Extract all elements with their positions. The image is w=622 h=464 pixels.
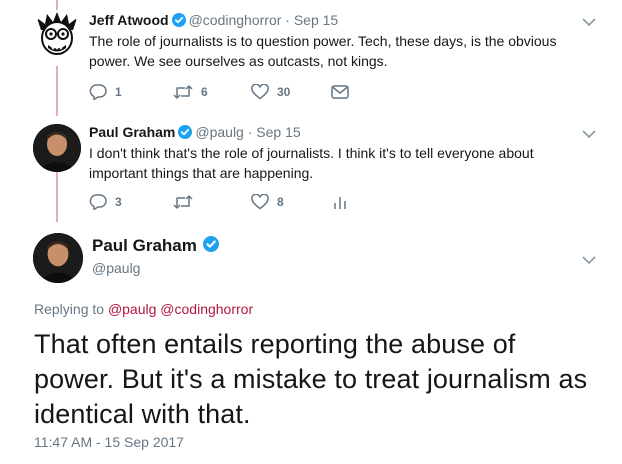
tweet-date[interactable]: · Sep 15	[248, 124, 301, 140]
author-name-text[interactable]: Paul Graham	[92, 236, 197, 255]
mention-link[interactable]: @codinghorror	[160, 301, 253, 317]
tweet-actions: 1 6 30	[89, 84, 389, 104]
tweet-actions: 3 8	[89, 194, 389, 214]
retweet-icon	[173, 195, 193, 209]
tweet-text: That often entails reporting the abuse o…	[34, 329, 588, 429]
reply-button[interactable]: 3	[89, 194, 122, 210]
like-button[interactable]: 8	[251, 194, 284, 210]
envelope-icon	[331, 85, 349, 99]
tweet-jeff-atwood[interactable]: Jeff Atwood @codinghorror · Sep 15 The ro…	[0, 0, 622, 118]
author-handle[interactable]: @paulg	[195, 124, 243, 140]
retweet-count: 6	[201, 85, 208, 99]
reply-button[interactable]: 1	[89, 84, 122, 100]
direct-message-button[interactable]	[331, 85, 357, 99]
verified-badge-icon	[202, 236, 219, 258]
heart-icon	[251, 194, 269, 210]
tweet-paul-graham-reply[interactable]: Paul Graham @paulg · Sep 15 I don't think…	[0, 116, 622, 226]
analytics-icon	[334, 197, 346, 209]
tweet-header: Jeff Atwood @codinghorror · Sep 15	[89, 11, 338, 31]
like-count: 30	[277, 85, 291, 99]
avatar-paul-graham[interactable]	[33, 233, 83, 283]
replying-label: Replying to	[34, 301, 105, 317]
author-name: Paul Graham	[92, 235, 222, 258]
like-count: 8	[277, 195, 284, 209]
verified-badge-icon	[171, 13, 186, 31]
reply-icon	[89, 84, 107, 100]
tweet-date[interactable]: · Sep 15	[285, 12, 338, 28]
avatar-jeff-atwood[interactable]	[33, 10, 81, 58]
verified-badge-icon	[178, 125, 193, 143]
chevron-down-icon[interactable]	[582, 126, 596, 144]
chevron-down-icon[interactable]	[582, 252, 596, 270]
tweet-main: Paul Graham @paulg Replying to @paulg @c…	[0, 226, 622, 464]
retweet-button[interactable]: 6	[173, 84, 208, 100]
author-name[interactable]: Jeff Atwood	[89, 12, 169, 28]
analytics-button[interactable]	[333, 194, 355, 210]
mention-link[interactable]: @paulg	[108, 301, 156, 317]
replying-to: Replying to @paulg @codinghorror	[34, 301, 253, 317]
tweet-text: The role of journalists is to question p…	[89, 33, 557, 69]
tweet-header: Paul Graham @paulg · Sep 15	[89, 123, 301, 143]
avatar-paul-graham[interactable]	[33, 124, 81, 172]
tweet-timestamp[interactable]: 11:47 AM - 15 Sep 2017	[34, 434, 184, 450]
author-name[interactable]: Paul Graham	[89, 124, 175, 140]
retweet-icon	[173, 85, 193, 99]
like-button[interactable]: 30	[251, 84, 290, 100]
reply-count: 3	[115, 195, 122, 209]
reply-count: 1	[115, 85, 122, 99]
author-handle[interactable]: @codinghorror	[189, 12, 282, 28]
reply-icon	[89, 194, 107, 210]
retweet-button[interactable]	[173, 194, 201, 210]
chevron-down-icon[interactable]	[582, 14, 596, 32]
tweet-text: I don't think that's the role of journal…	[89, 145, 534, 181]
author-handle[interactable]: @paulg	[92, 260, 140, 276]
heart-icon	[251, 84, 269, 100]
